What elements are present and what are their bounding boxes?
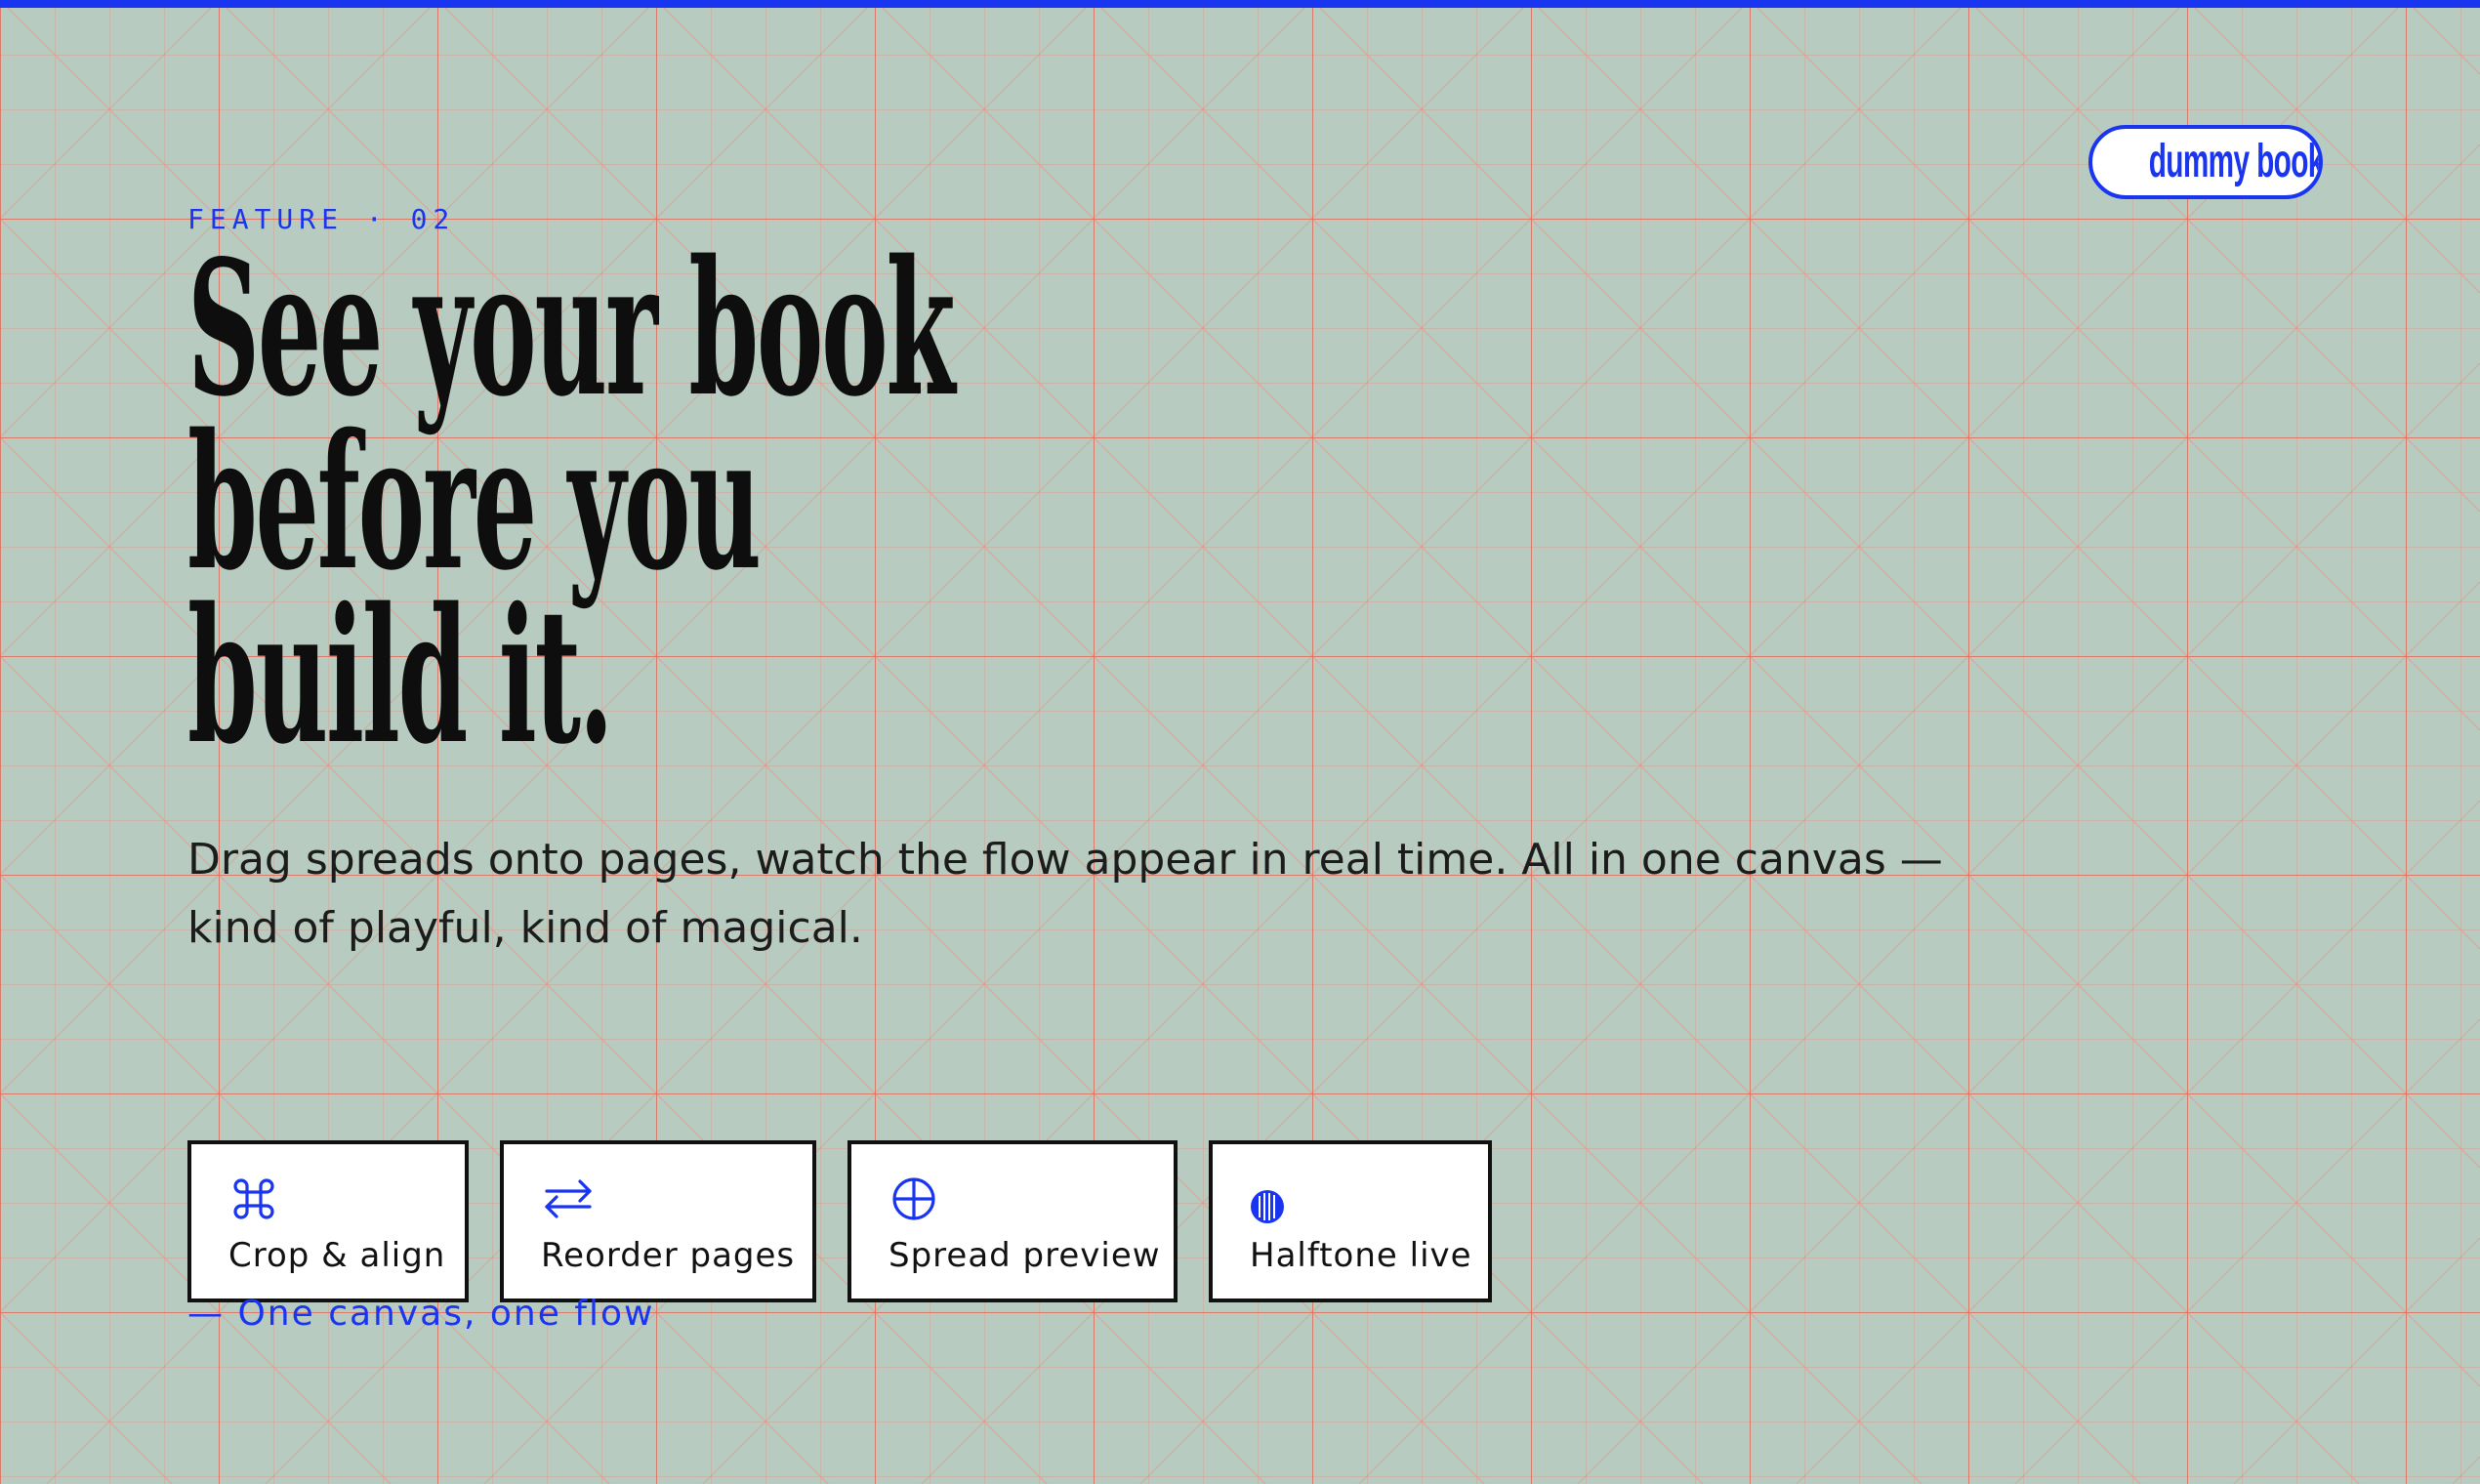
brand-badge[interactable]: dummy book! (2088, 125, 2323, 199)
headline-line-1: See your book (187, 220, 956, 437)
feature-card-crop-align[interactable]: Crop & align (187, 1140, 469, 1302)
headline-line-3: build it. (187, 567, 614, 785)
brand-label: dummy book! (2148, 136, 2323, 187)
headline-line-2: before you (187, 393, 762, 611)
swap-arrows-icon (545, 1179, 592, 1218)
feature-card-spread-preview[interactable]: Spread preview (847, 1140, 1178, 1302)
command-icon (233, 1178, 274, 1219)
halftone-dot-icon (1251, 1190, 1284, 1223)
feature-description-line-2: kind of playful, kind of magical. (187, 903, 863, 953)
feature-card-label: Halftone live (1250, 1236, 1472, 1275)
feature-card-label: Reorder pages (541, 1236, 796, 1275)
feature-description: Drag spreads onto pages, watch the flow … (187, 826, 2023, 963)
feature-card-halftone-live[interactable]: Halftone live (1209, 1140, 1492, 1302)
feature-card-label: Spread preview (889, 1236, 1161, 1275)
crosshair-circle-icon (892, 1177, 935, 1220)
tagline-link[interactable]: — One canvas, one flow (187, 1293, 654, 1336)
feature-card-reorder-pages[interactable]: Reorder pages (500, 1140, 816, 1302)
feature-card-label: Crop & align (228, 1236, 446, 1275)
feature-description-line-1: Drag spreads onto pages, watch the flow … (187, 835, 1943, 885)
headline: See your book before you build it. (187, 220, 1606, 785)
top-accent-bar (0, 0, 2480, 8)
